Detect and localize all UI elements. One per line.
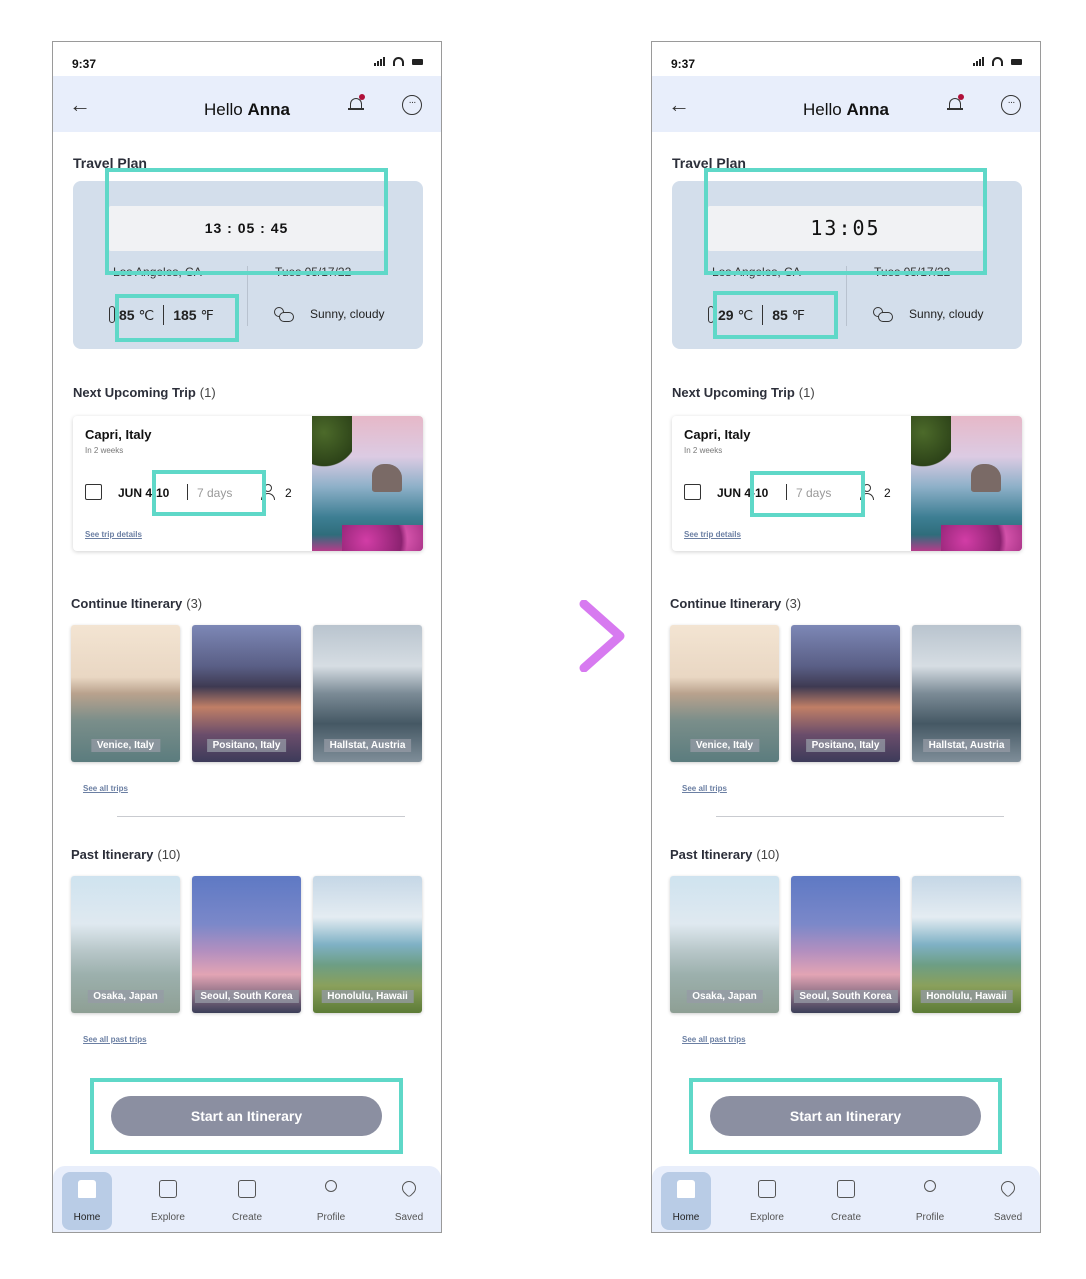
highlight-trip-duration	[152, 470, 266, 516]
map-icon	[758, 1180, 776, 1198]
tab-explore[interactable]: Explore	[143, 1172, 193, 1230]
trip-name: Capri, Italy	[85, 427, 152, 442]
itinerary-card[interactable]: Hallstat, Austria	[313, 625, 422, 762]
itinerary-card[interactable]: Seoul, South Korea	[192, 876, 301, 1013]
profile-icon	[325, 1180, 337, 1192]
tab-home[interactable]: Home	[62, 1172, 112, 1230]
itinerary-card[interactable]: Venice, Italy	[71, 625, 180, 762]
more-options-icon[interactable]: ···	[402, 95, 422, 115]
highlight-clock	[704, 168, 987, 275]
greeting: Hello Anna	[803, 100, 889, 119]
status-time: 9:37	[671, 57, 696, 71]
create-icon	[837, 1180, 855, 1198]
continue-itinerary-list: Venice, Italy Positano, Italy Hallstat, …	[670, 625, 1022, 762]
tab-explore[interactable]: Explore	[742, 1172, 792, 1230]
status-bar: 9:37	[652, 42, 1040, 76]
home-icon	[78, 1180, 96, 1198]
itinerary-card[interactable]: Osaka, Japan	[71, 876, 180, 1013]
status-time: 9:37	[72, 57, 97, 71]
transition-arrow-icon	[470, 600, 625, 672]
trip-name: Capri, Italy	[684, 427, 751, 442]
weather-text: Sunny, cloudy	[909, 307, 984, 321]
highlight-cta	[689, 1078, 1002, 1154]
battery-icon	[412, 58, 423, 65]
itinerary-card[interactable]: Positano, Italy	[192, 625, 301, 762]
greeting: Hello Anna	[204, 100, 290, 119]
trip-when: In 2 weeks	[85, 446, 124, 455]
status-bar: 9:37	[53, 42, 441, 76]
partly-cloudy-icon	[272, 305, 296, 325]
bottom-tab-bar: Home Explore Create Profile Saved	[53, 1166, 441, 1232]
trip-travelers: 2	[884, 486, 891, 500]
bottom-tab-bar: Home Explore Create Profile Saved	[652, 1166, 1040, 1232]
partly-cloudy-icon	[871, 305, 895, 325]
signal-icon	[973, 57, 984, 66]
itinerary-card[interactable]: Honolulu, Hawaii	[313, 876, 422, 1013]
notification-bell-icon[interactable]	[348, 94, 365, 113]
highlight-cta	[90, 1078, 403, 1154]
profile-icon	[924, 1180, 936, 1192]
highlight-temperature	[115, 294, 239, 342]
tab-home[interactable]: Home	[661, 1172, 711, 1230]
battery-icon	[1011, 58, 1022, 65]
continue-itinerary-list: Venice, Italy Positano, Italy Hallstat, …	[71, 625, 423, 762]
see-all-past-trips-link[interactable]: See all past trips	[682, 1035, 746, 1044]
more-options-icon[interactable]: ···	[1001, 95, 1021, 115]
highlight-clock	[105, 168, 388, 275]
trip-when: In 2 weeks	[684, 446, 723, 455]
heart-icon	[399, 1178, 419, 1198]
see-trip-details-link[interactable]: See trip details	[85, 530, 142, 539]
signal-icon	[374, 57, 385, 66]
notification-dot	[958, 94, 964, 100]
past-itinerary-title: Past Itinerary (10)	[71, 847, 181, 862]
past-itinerary-list: Osaka, Japan Seoul, South Korea Honolulu…	[670, 876, 1022, 1013]
map-icon	[159, 1180, 177, 1198]
see-all-trips-link[interactable]: See all trips	[682, 784, 727, 793]
home-icon	[677, 1180, 695, 1198]
tab-profile[interactable]: Profile	[306, 1172, 356, 1230]
past-itinerary-list: Osaka, Japan Seoul, South Korea Honolulu…	[71, 876, 423, 1013]
capri-photo	[312, 416, 423, 551]
phone-before: 9:37 ← Hello Anna ··· Travel Plan Los An…	[52, 41, 442, 1233]
itinerary-card[interactable]: Seoul, South Korea	[791, 876, 900, 1013]
create-icon	[238, 1180, 256, 1198]
heart-icon	[998, 1178, 1018, 1198]
trip-travelers: 2	[285, 486, 292, 500]
itinerary-card[interactable]: Hallstat, Austria	[912, 625, 1021, 762]
itinerary-card[interactable]: Positano, Italy	[791, 625, 900, 762]
tab-create[interactable]: Create	[222, 1172, 272, 1230]
see-trip-details-link[interactable]: See trip details	[684, 530, 741, 539]
itinerary-card[interactable]: Honolulu, Hawaii	[912, 876, 1021, 1013]
wifi-icon	[393, 57, 404, 66]
highlight-temperature	[713, 291, 838, 339]
tab-create[interactable]: Create	[821, 1172, 871, 1230]
tab-saved[interactable]: Saved	[384, 1172, 434, 1230]
weather-text: Sunny, cloudy	[310, 307, 385, 321]
continue-itinerary-title: Continue Itinerary (3)	[71, 596, 203, 611]
notification-bell-icon[interactable]	[947, 94, 964, 113]
wifi-icon	[992, 57, 1003, 66]
divider	[117, 816, 405, 817]
app-header: ← Hello Anna ···	[53, 76, 441, 132]
next-trip-title: Next Upcoming Trip (1)	[73, 385, 216, 400]
app-header: ← Hello Anna ···	[652, 76, 1040, 132]
tab-saved[interactable]: Saved	[983, 1172, 1033, 1230]
calendar-icon	[85, 484, 102, 500]
past-itinerary-title: Past Itinerary (10)	[670, 847, 780, 862]
next-trip-title: Next Upcoming Trip (1)	[672, 385, 815, 400]
capri-photo	[911, 416, 1022, 551]
itinerary-card[interactable]: Osaka, Japan	[670, 876, 779, 1013]
highlight-trip-duration	[750, 471, 865, 517]
continue-itinerary-title: Continue Itinerary (3)	[670, 596, 802, 611]
tab-profile[interactable]: Profile	[905, 1172, 955, 1230]
see-all-trips-link[interactable]: See all trips	[83, 784, 128, 793]
see-all-past-trips-link[interactable]: See all past trips	[83, 1035, 147, 1044]
notification-dot	[359, 94, 365, 100]
itinerary-card[interactable]: Venice, Italy	[670, 625, 779, 762]
phone-after: 9:37 ← Hello Anna ··· Travel Plan Los An…	[651, 41, 1041, 1233]
divider	[716, 816, 1004, 817]
calendar-icon	[684, 484, 701, 500]
